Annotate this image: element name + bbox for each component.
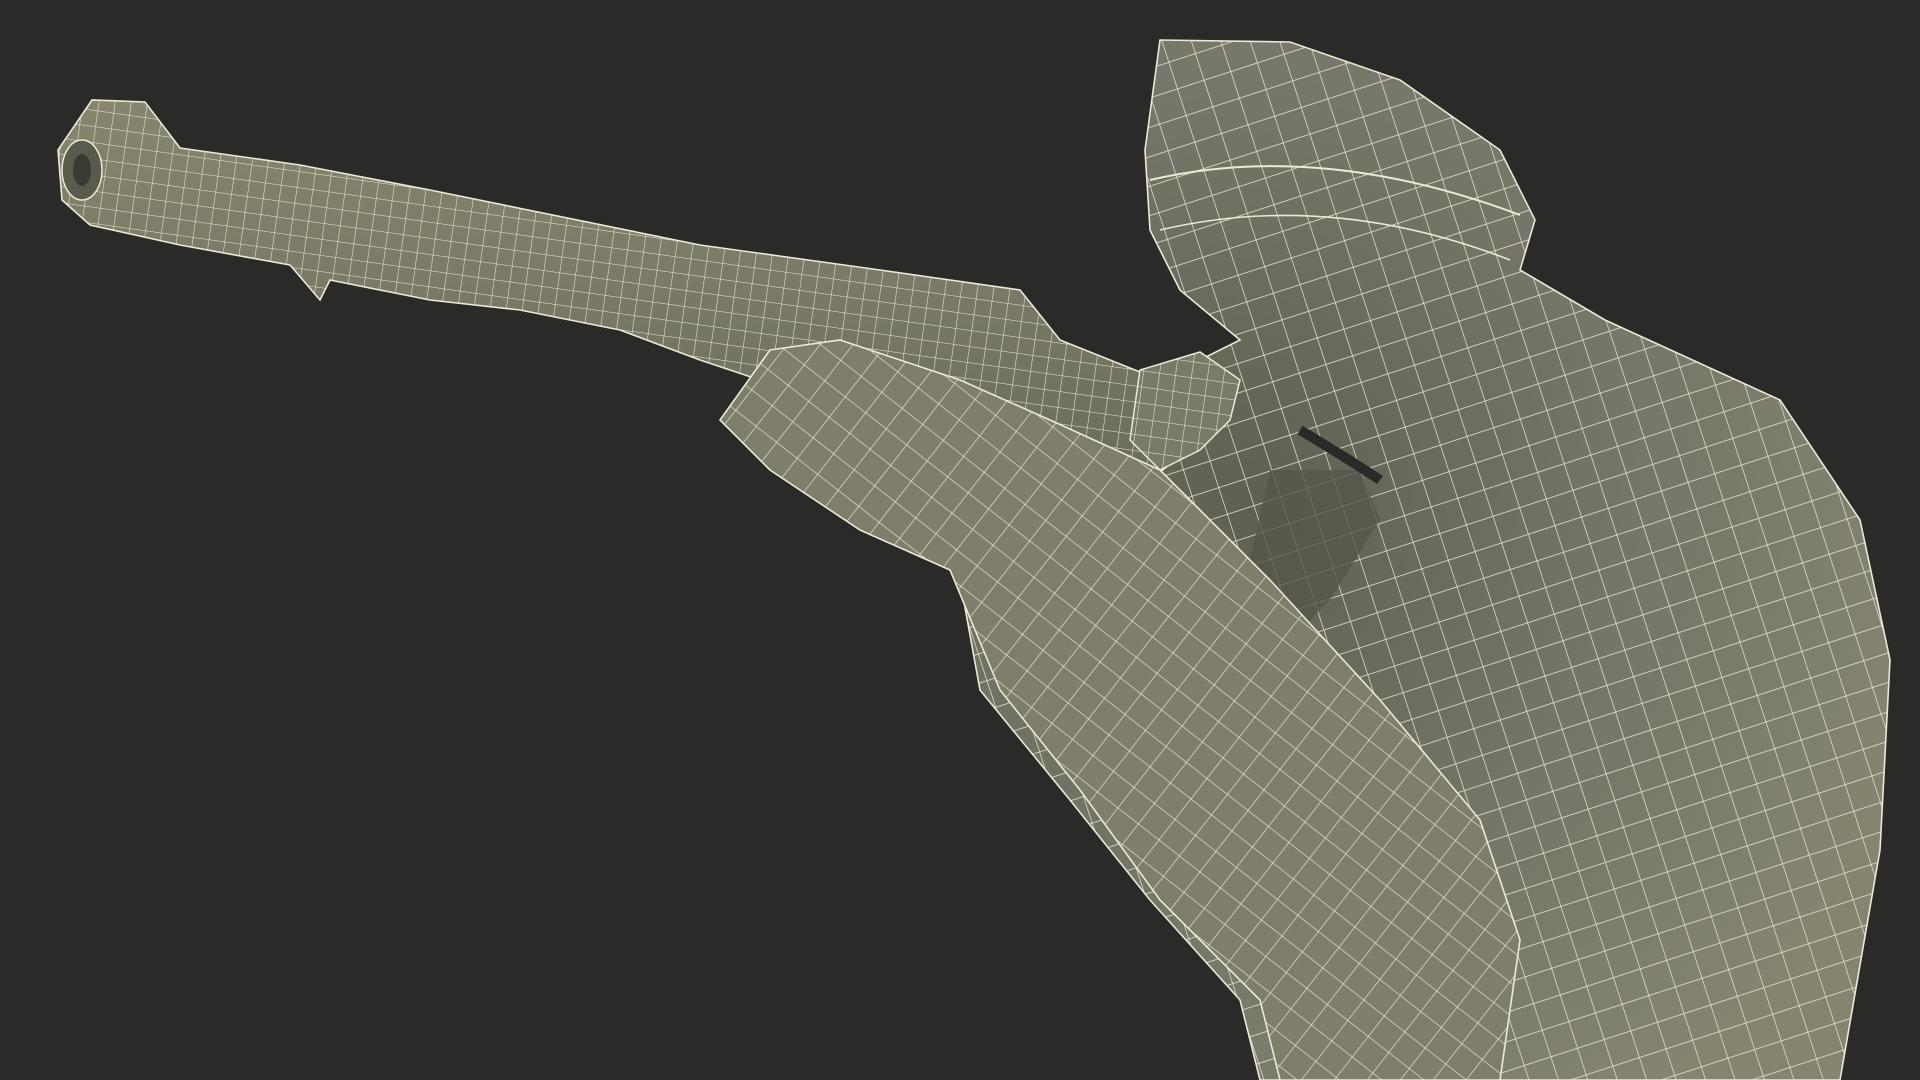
wireframe-render bbox=[0, 0, 1920, 1080]
render-viewport bbox=[0, 0, 1920, 1080]
